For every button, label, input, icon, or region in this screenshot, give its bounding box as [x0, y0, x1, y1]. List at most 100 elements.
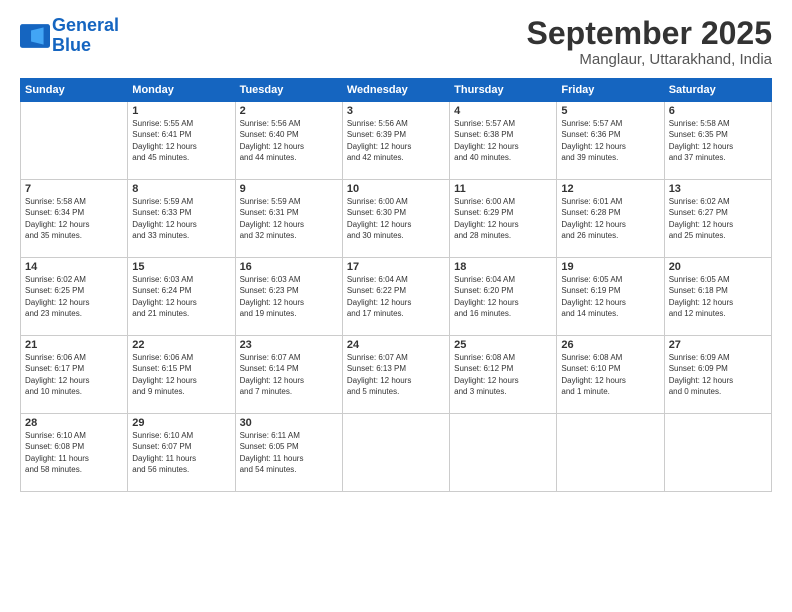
logo-icon — [20, 24, 50, 48]
day-number: 4 — [454, 105, 552, 117]
day-info: Sunrise: 6:02 AM Sunset: 6:25 PM Dayligh… — [25, 274, 123, 319]
day-number: 25 — [454, 339, 552, 351]
table-row: 6Sunrise: 5:58 AM Sunset: 6:35 PM Daylig… — [664, 102, 771, 180]
table-row: 26Sunrise: 6:08 AM Sunset: 6:10 PM Dayli… — [557, 336, 664, 414]
table-row: 22Sunrise: 6:06 AM Sunset: 6:15 PM Dayli… — [128, 336, 235, 414]
day-number: 10 — [347, 183, 445, 195]
table-row: 11Sunrise: 6:00 AM Sunset: 6:29 PM Dayli… — [450, 180, 557, 258]
table-row: 14Sunrise: 6:02 AM Sunset: 6:25 PM Dayli… — [21, 258, 128, 336]
calendar-page: General Blue September 2025 Manglaur, Ut… — [0, 0, 792, 612]
day-info: Sunrise: 6:02 AM Sunset: 6:27 PM Dayligh… — [669, 196, 767, 241]
day-number: 5 — [561, 105, 659, 117]
table-row: 30Sunrise: 6:11 AM Sunset: 6:05 PM Dayli… — [235, 414, 342, 492]
day-number: 30 — [240, 417, 338, 429]
table-row: 12Sunrise: 6:01 AM Sunset: 6:28 PM Dayli… — [557, 180, 664, 258]
title-block: September 2025 Manglaur, Uttarakhand, In… — [527, 16, 772, 68]
calendar-table: Sunday Monday Tuesday Wednesday Thursday… — [20, 78, 772, 492]
table-row: 13Sunrise: 6:02 AM Sunset: 6:27 PM Dayli… — [664, 180, 771, 258]
calendar-week-row: 1Sunrise: 5:55 AM Sunset: 6:41 PM Daylig… — [21, 102, 772, 180]
table-row — [21, 102, 128, 180]
day-info: Sunrise: 5:57 AM Sunset: 6:36 PM Dayligh… — [561, 118, 659, 163]
day-number: 13 — [669, 183, 767, 195]
header-sunday: Sunday — [21, 79, 128, 102]
day-number: 20 — [669, 261, 767, 273]
header-friday: Friday — [557, 79, 664, 102]
calendar-week-row: 28Sunrise: 6:10 AM Sunset: 6:08 PM Dayli… — [21, 414, 772, 492]
table-row: 28Sunrise: 6:10 AM Sunset: 6:08 PM Dayli… — [21, 414, 128, 492]
day-info: Sunrise: 5:59 AM Sunset: 6:31 PM Dayligh… — [240, 196, 338, 241]
header: General Blue September 2025 Manglaur, Ut… — [20, 16, 772, 68]
day-info: Sunrise: 6:05 AM Sunset: 6:19 PM Dayligh… — [561, 274, 659, 319]
table-row — [664, 414, 771, 492]
day-number: 26 — [561, 339, 659, 351]
header-thursday: Thursday — [450, 79, 557, 102]
day-info: Sunrise: 5:58 AM Sunset: 6:35 PM Dayligh… — [669, 118, 767, 163]
table-row: 9Sunrise: 5:59 AM Sunset: 6:31 PM Daylig… — [235, 180, 342, 258]
table-row: 19Sunrise: 6:05 AM Sunset: 6:19 PM Dayli… — [557, 258, 664, 336]
day-number: 28 — [25, 417, 123, 429]
day-number: 19 — [561, 261, 659, 273]
day-info: Sunrise: 6:08 AM Sunset: 6:12 PM Dayligh… — [454, 352, 552, 397]
day-number: 11 — [454, 183, 552, 195]
table-row: 7Sunrise: 5:58 AM Sunset: 6:34 PM Daylig… — [21, 180, 128, 258]
day-number: 22 — [132, 339, 230, 351]
table-row — [450, 414, 557, 492]
day-info: Sunrise: 6:03 AM Sunset: 6:23 PM Dayligh… — [240, 274, 338, 319]
day-number: 7 — [25, 183, 123, 195]
header-monday: Monday — [128, 79, 235, 102]
day-number: 21 — [25, 339, 123, 351]
day-number: 6 — [669, 105, 767, 117]
day-info: Sunrise: 6:10 AM Sunset: 6:08 PM Dayligh… — [25, 430, 123, 475]
table-row — [557, 414, 664, 492]
day-number: 18 — [454, 261, 552, 273]
day-info: Sunrise: 6:06 AM Sunset: 6:17 PM Dayligh… — [25, 352, 123, 397]
location-subtitle: Manglaur, Uttarakhand, India — [527, 51, 772, 68]
day-number: 15 — [132, 261, 230, 273]
weekday-header-row: Sunday Monday Tuesday Wednesday Thursday… — [21, 79, 772, 102]
logo-line1: General — [52, 15, 119, 35]
table-row: 18Sunrise: 6:04 AM Sunset: 6:20 PM Dayli… — [450, 258, 557, 336]
logo: General Blue — [20, 16, 119, 56]
day-info: Sunrise: 6:08 AM Sunset: 6:10 PM Dayligh… — [561, 352, 659, 397]
day-info: Sunrise: 5:58 AM Sunset: 6:34 PM Dayligh… — [25, 196, 123, 241]
day-info: Sunrise: 5:56 AM Sunset: 6:39 PM Dayligh… — [347, 118, 445, 163]
table-row: 17Sunrise: 6:04 AM Sunset: 6:22 PM Dayli… — [342, 258, 449, 336]
table-row: 1Sunrise: 5:55 AM Sunset: 6:41 PM Daylig… — [128, 102, 235, 180]
day-info: Sunrise: 6:03 AM Sunset: 6:24 PM Dayligh… — [132, 274, 230, 319]
day-info: Sunrise: 6:05 AM Sunset: 6:18 PM Dayligh… — [669, 274, 767, 319]
table-row: 21Sunrise: 6:06 AM Sunset: 6:17 PM Dayli… — [21, 336, 128, 414]
table-row — [342, 414, 449, 492]
day-info: Sunrise: 6:11 AM Sunset: 6:05 PM Dayligh… — [240, 430, 338, 475]
day-info: Sunrise: 6:00 AM Sunset: 6:30 PM Dayligh… — [347, 196, 445, 241]
table-row: 8Sunrise: 5:59 AM Sunset: 6:33 PM Daylig… — [128, 180, 235, 258]
day-info: Sunrise: 5:57 AM Sunset: 6:38 PM Dayligh… — [454, 118, 552, 163]
calendar-week-row: 14Sunrise: 6:02 AM Sunset: 6:25 PM Dayli… — [21, 258, 772, 336]
day-number: 27 — [669, 339, 767, 351]
table-row: 4Sunrise: 5:57 AM Sunset: 6:38 PM Daylig… — [450, 102, 557, 180]
day-info: Sunrise: 6:07 AM Sunset: 6:13 PM Dayligh… — [347, 352, 445, 397]
day-info: Sunrise: 5:56 AM Sunset: 6:40 PM Dayligh… — [240, 118, 338, 163]
day-number: 2 — [240, 105, 338, 117]
day-info: Sunrise: 5:59 AM Sunset: 6:33 PM Dayligh… — [132, 196, 230, 241]
day-number: 17 — [347, 261, 445, 273]
header-saturday: Saturday — [664, 79, 771, 102]
day-number: 8 — [132, 183, 230, 195]
day-number: 16 — [240, 261, 338, 273]
table-row: 15Sunrise: 6:03 AM Sunset: 6:24 PM Dayli… — [128, 258, 235, 336]
day-info: Sunrise: 6:04 AM Sunset: 6:20 PM Dayligh… — [454, 274, 552, 319]
day-number: 23 — [240, 339, 338, 351]
day-number: 1 — [132, 105, 230, 117]
day-info: Sunrise: 6:01 AM Sunset: 6:28 PM Dayligh… — [561, 196, 659, 241]
day-number: 12 — [561, 183, 659, 195]
table-row: 25Sunrise: 6:08 AM Sunset: 6:12 PM Dayli… — [450, 336, 557, 414]
table-row: 5Sunrise: 5:57 AM Sunset: 6:36 PM Daylig… — [557, 102, 664, 180]
table-row: 23Sunrise: 6:07 AM Sunset: 6:14 PM Dayli… — [235, 336, 342, 414]
table-row: 20Sunrise: 6:05 AM Sunset: 6:18 PM Dayli… — [664, 258, 771, 336]
table-row: 24Sunrise: 6:07 AM Sunset: 6:13 PM Dayli… — [342, 336, 449, 414]
day-info: Sunrise: 6:10 AM Sunset: 6:07 PM Dayligh… — [132, 430, 230, 475]
day-info: Sunrise: 6:06 AM Sunset: 6:15 PM Dayligh… — [132, 352, 230, 397]
day-info: Sunrise: 6:00 AM Sunset: 6:29 PM Dayligh… — [454, 196, 552, 241]
table-row: 10Sunrise: 6:00 AM Sunset: 6:30 PM Dayli… — [342, 180, 449, 258]
table-row: 2Sunrise: 5:56 AM Sunset: 6:40 PM Daylig… — [235, 102, 342, 180]
logo-text: General Blue — [52, 16, 119, 56]
